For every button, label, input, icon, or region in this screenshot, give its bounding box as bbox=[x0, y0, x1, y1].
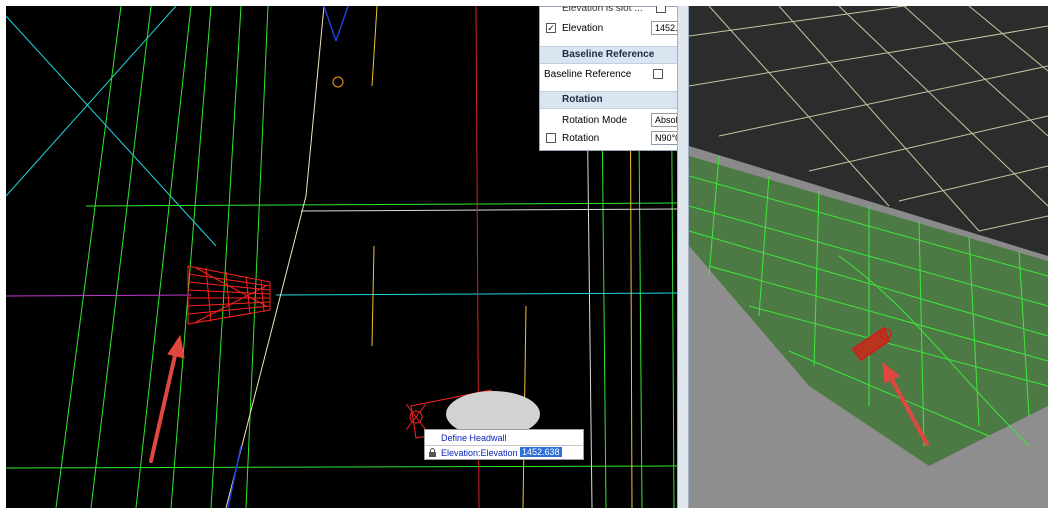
baseline-section-title: Baseline Reference bbox=[562, 49, 655, 60]
rotation-label: Rotation bbox=[562, 133, 600, 144]
baseline-reference-label: Baseline Reference bbox=[544, 69, 632, 80]
rotation-checkbox[interactable] bbox=[546, 133, 556, 143]
define-headwall-prompt: Define Headwall Elevation:Elevation 1452… bbox=[424, 429, 584, 460]
view-splitter[interactable] bbox=[677, 6, 689, 508]
rotation-mode-label: Rotation Mode bbox=[562, 115, 628, 126]
rotation-mode-dropdown[interactable]: Absolute ▼ bbox=[651, 113, 677, 127]
rotation-mode-value: Absolute bbox=[655, 115, 677, 125]
rotation-mode-row: Rotation Mode Absolute ▼ bbox=[540, 111, 677, 131]
partial-row-label: Elevation is slot ... bbox=[562, 6, 643, 14]
prompt-title: Define Headwall bbox=[441, 433, 507, 443]
elevation-row: ✓ Elevation 1452.638 bbox=[540, 19, 677, 39]
properties-panel: Elevation is slot ... ✓ Elevation 1452.6… bbox=[539, 6, 677, 151]
rotation-row: Rotation N90°00'00.0"E bbox=[540, 129, 677, 149]
baseline-reference-row: Baseline Reference bbox=[540, 65, 677, 85]
partial-checkbox[interactable] bbox=[656, 6, 666, 13]
baseline-reference-checkbox[interactable] bbox=[653, 69, 663, 79]
rotation-field[interactable]: N90°00'00.0"E bbox=[651, 131, 677, 145]
rotation-section-title: Rotation bbox=[562, 94, 603, 105]
divider bbox=[425, 445, 583, 446]
elevation-label: Elevation bbox=[562, 23, 604, 34]
prompt-field-value[interactable]: 1452.638 bbox=[520, 447, 562, 457]
partial-row: Elevation is slot ... bbox=[540, 6, 677, 19]
headwall-symbol bbox=[187, 265, 271, 325]
elevation-field[interactable]: 1452.638 bbox=[651, 21, 677, 35]
cad-plan-view[interactable]: Elevation is slot ... ✓ Elevation 1452.6… bbox=[6, 6, 677, 508]
cad-3d-view[interactable] bbox=[689, 6, 1048, 508]
annotation-arrow bbox=[149, 334, 185, 463]
rotation-section-header[interactable]: Rotation ▲ bbox=[540, 91, 677, 109]
3d-drawing bbox=[689, 6, 1048, 508]
lock-icon[interactable] bbox=[428, 448, 437, 457]
baseline-section-header[interactable]: Baseline Reference ▲ bbox=[540, 46, 677, 64]
prompt-field-label: Elevation:Elevation bbox=[441, 448, 518, 458]
elevation-checkbox[interactable]: ✓ bbox=[546, 23, 556, 33]
